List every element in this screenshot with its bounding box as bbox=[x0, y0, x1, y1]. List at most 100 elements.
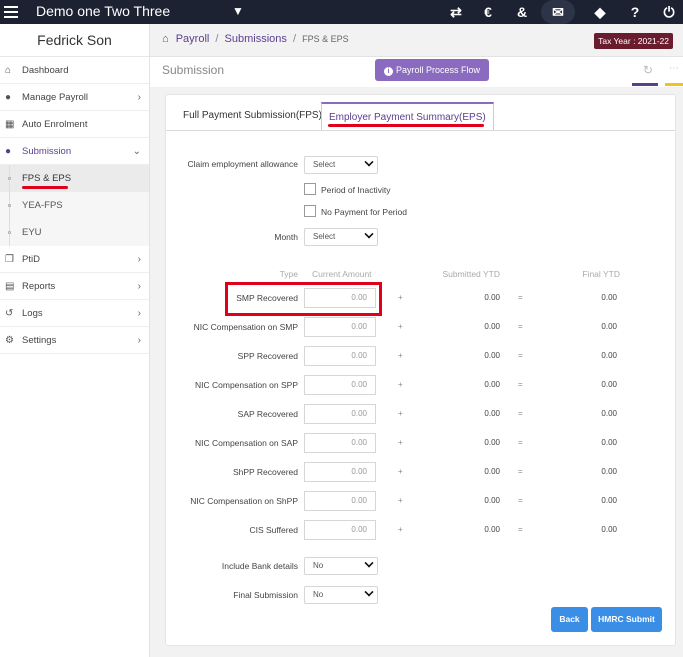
breadcrumb-payroll[interactable]: Payroll bbox=[176, 33, 210, 45]
current-amount-input[interactable]: 0.00 bbox=[304, 433, 376, 453]
bank-details-label: Include Bank details bbox=[221, 561, 298, 571]
column-type: Type bbox=[279, 269, 298, 279]
power-icon[interactable]: ⏻ bbox=[655, 0, 683, 24]
tab-divider bbox=[166, 130, 675, 131]
company-name[interactable]: Demo one Two Three bbox=[36, 3, 170, 19]
sidebar-subitem-yea-fps[interactable]: YEA-FPS bbox=[0, 192, 149, 219]
equals-sign: = bbox=[518, 293, 523, 302]
progress-bar-purple bbox=[632, 83, 658, 86]
row-label: ShPP Recovered bbox=[232, 467, 298, 477]
help-icon[interactable]: ? bbox=[621, 0, 649, 24]
chevron-down-icon bbox=[364, 229, 374, 239]
equals-sign: = bbox=[518, 438, 523, 447]
current-amount-input[interactable]: 0.00 bbox=[304, 375, 376, 395]
users-icon: ● bbox=[5, 146, 12, 157]
tax-year-badge[interactable]: Tax Year : 2021-22 bbox=[594, 33, 673, 49]
sidebar-item-settings[interactable]: ⚙ Settings › bbox=[0, 327, 149, 354]
sidebar-item-submission[interactable]: ● Submission ⌄ bbox=[0, 138, 149, 165]
sidebar-subitem-label: EYU bbox=[22, 227, 42, 238]
final-ytd-value: 0.00 bbox=[601, 322, 617, 331]
info-icon: i bbox=[384, 67, 393, 76]
gear-icon: ⚙ bbox=[5, 335, 14, 346]
final-submission-label: Final Submission bbox=[233, 590, 298, 600]
progress-bar-yellow bbox=[665, 83, 683, 86]
column-submitted-ytd: Submitted YTD bbox=[442, 269, 500, 279]
submitted-ytd-value: 0.00 bbox=[484, 467, 500, 476]
chevron-right-icon: › bbox=[137, 281, 141, 292]
claim-allowance-value: Select bbox=[313, 160, 336, 169]
menu-icon[interactable] bbox=[4, 3, 18, 19]
no-payment-checkbox[interactable] bbox=[304, 205, 316, 217]
history-icon: ↺ bbox=[5, 308, 14, 319]
user-name: Fedrick Son bbox=[0, 24, 149, 57]
more-icon[interactable]: ⋯ bbox=[669, 63, 679, 74]
sidebar-item-manage-payroll[interactable]: ● Manage Payroll › bbox=[0, 84, 149, 111]
plus-sign: + bbox=[398, 380, 403, 389]
annotation-highlight-box bbox=[225, 282, 382, 316]
plus-sign: + bbox=[398, 322, 403, 331]
plus-sign: + bbox=[398, 351, 403, 360]
breadcrumb-submissions[interactable]: Submissions bbox=[225, 33, 287, 45]
bullet-icon bbox=[8, 231, 11, 234]
link-icon[interactable]: & bbox=[508, 0, 536, 24]
current-amount-input[interactable]: 0.00 bbox=[304, 520, 376, 540]
row-label: CIS Suffered bbox=[249, 525, 298, 535]
page-title: Submission bbox=[162, 63, 225, 77]
chevron-right-icon: › bbox=[137, 335, 141, 346]
sidebar-item-reports[interactable]: ▤ Reports › bbox=[0, 273, 149, 300]
sidebar-item-label: Submission bbox=[22, 146, 72, 157]
current-amount-input[interactable]: 0.00 bbox=[304, 317, 376, 337]
tag-icon[interactable]: ◆ bbox=[586, 0, 614, 24]
final-ytd-value: 0.00 bbox=[601, 496, 617, 505]
breadcrumb-bar: ⌂ Payroll / Submissions / FPS & EPS Tax … bbox=[150, 24, 683, 57]
period-inactivity-checkbox[interactable] bbox=[304, 183, 316, 195]
sidebar-subitem-eyu[interactable]: EYU bbox=[0, 219, 149, 246]
megaphone-icon[interactable]: ✉ bbox=[541, 0, 575, 24]
sidebar-item-dashboard[interactable]: ⌂ Dashboard bbox=[0, 57, 149, 84]
period-inactivity-label: Period of Inactivity bbox=[321, 185, 391, 195]
caret-down-icon[interactable]: ▼ bbox=[232, 4, 244, 18]
breadcrumb-separator: / bbox=[292, 33, 297, 45]
sidebar-item-auto-enrolment[interactable]: ▦ Auto Enrolment bbox=[0, 111, 149, 138]
bank-details-select[interactable]: No bbox=[304, 557, 378, 575]
submitted-ytd-value: 0.00 bbox=[484, 525, 500, 534]
submitted-ytd-value: 0.00 bbox=[484, 438, 500, 447]
current-amount-input[interactable]: 0.00 bbox=[304, 346, 376, 366]
month-select[interactable]: Select bbox=[304, 228, 378, 246]
equals-sign: = bbox=[518, 467, 523, 476]
refresh-icon[interactable]: ↻ bbox=[643, 63, 653, 77]
bullet-icon bbox=[8, 177, 11, 180]
row-label: SAP Recovered bbox=[237, 409, 298, 419]
row-label: NIC Compensation on SPP bbox=[195, 380, 298, 390]
claim-allowance-select[interactable]: Select bbox=[304, 156, 378, 174]
final-ytd-value: 0.00 bbox=[601, 351, 617, 360]
tab-fps[interactable]: Full Payment Submission(FPS) bbox=[176, 102, 329, 130]
transfer-icon[interactable]: ⇄ bbox=[442, 0, 470, 24]
sub-header: Submission i Payroll Process Flow ↻ ⋯ bbox=[150, 57, 683, 87]
annotation-underline bbox=[328, 124, 484, 127]
equals-sign: = bbox=[518, 351, 523, 360]
payroll-process-flow-button[interactable]: i Payroll Process Flow bbox=[375, 59, 490, 81]
currency-icon[interactable]: € bbox=[474, 0, 502, 24]
hmrc-submit-button[interactable]: HMRC Submit bbox=[591, 607, 662, 632]
sidebar-subitem-fps-eps[interactable]: FPS & EPS bbox=[0, 165, 149, 192]
home-icon[interactable]: ⌂ bbox=[162, 33, 169, 45]
equals-sign: = bbox=[518, 322, 523, 331]
current-amount-input[interactable]: 0.00 bbox=[304, 462, 376, 482]
final-ytd-value: 0.00 bbox=[601, 438, 617, 447]
plus-sign: + bbox=[398, 496, 403, 505]
flow-button-label: Payroll Process Flow bbox=[396, 65, 481, 75]
grid-icon: ▦ bbox=[5, 119, 15, 130]
final-ytd-value: 0.00 bbox=[601, 409, 617, 418]
final-ytd-value: 0.00 bbox=[601, 380, 617, 389]
home-icon: ⌂ bbox=[5, 65, 12, 76]
current-amount-input[interactable]: 0.00 bbox=[304, 404, 376, 424]
annotation-underline bbox=[22, 186, 68, 189]
column-current-amount: Current Amount bbox=[312, 269, 372, 279]
current-amount-input[interactable]: 0.00 bbox=[304, 491, 376, 511]
sidebar-item-logs[interactable]: ↺ Logs › bbox=[0, 300, 149, 327]
sidebar-item-ptid[interactable]: ❐ PtiD › bbox=[0, 246, 149, 273]
back-button[interactable]: Back bbox=[551, 607, 588, 632]
final-submission-select[interactable]: No bbox=[304, 586, 378, 604]
chevron-right-icon: › bbox=[137, 254, 141, 265]
